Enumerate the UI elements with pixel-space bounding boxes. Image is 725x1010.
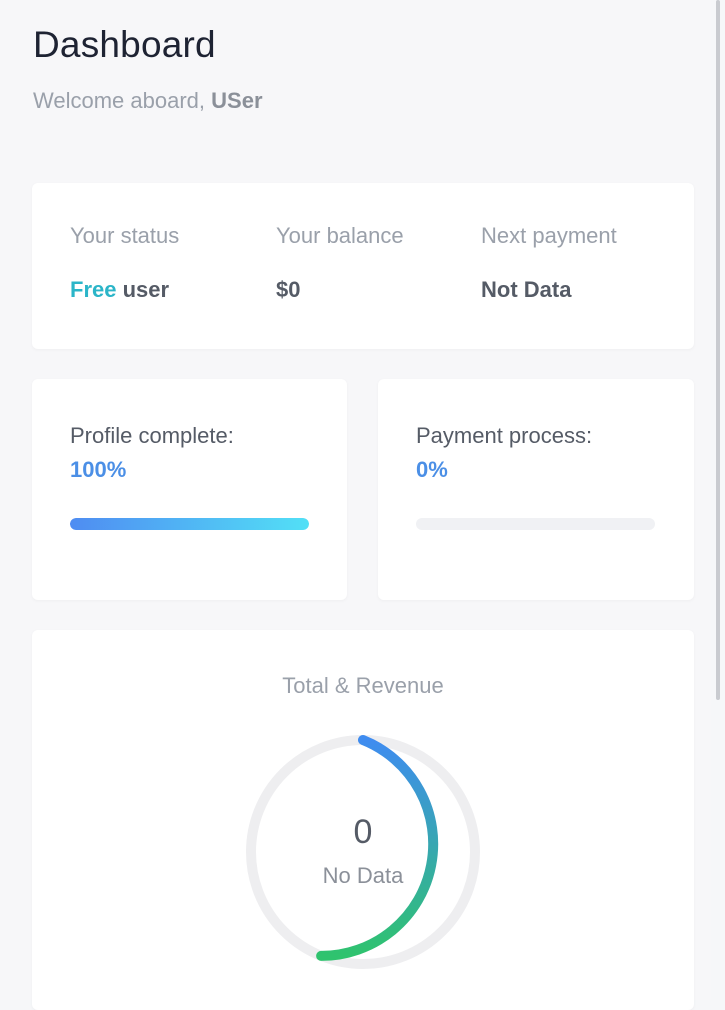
- next-payment-label: Next payment: [481, 223, 617, 248]
- status-suffix: user: [116, 277, 170, 302]
- profile-complete-value: 100%: [70, 457, 127, 482]
- payment-process-label: Payment process:: [416, 423, 593, 448]
- balance-value: $0: [276, 277, 301, 302]
- revenue-caption: No Data: [322, 863, 404, 888]
- profile-complete-progress-bar: [70, 518, 309, 530]
- profile-complete-progress-fill: [70, 518, 309, 530]
- balance-label: Your balance: [276, 223, 404, 248]
- payment-process-progress-bar: [416, 518, 655, 530]
- page-scrollbar[interactable]: [716, 0, 720, 700]
- revenue-donut-chart: [246, 735, 480, 969]
- donut-track: [246, 735, 480, 969]
- revenue-title: Total & Revenue: [282, 673, 444, 698]
- status-value: Free user: [70, 277, 169, 303]
- revenue-card: Total & Revenue 0 No Data: [32, 630, 694, 1010]
- status-label: Your status: [70, 223, 180, 248]
- next-payment-value: Not Data: [481, 277, 572, 302]
- welcome-prefix: Welcome aboard,: [33, 88, 212, 113]
- page-title: Dashboard: [33, 24, 216, 65]
- profile-complete-label: Profile complete:: [70, 423, 234, 448]
- account-status-card: Your status Free user Your balance $0 Ne…: [32, 183, 694, 349]
- profile-complete-card: Profile complete: 100%: [32, 379, 347, 600]
- payment-process-card: Payment process: 0%: [378, 379, 694, 600]
- status-plan: Free: [70, 277, 117, 302]
- welcome-message: Welcome aboard, USer: [33, 88, 263, 114]
- payment-process-value: 0%: [416, 457, 448, 482]
- dashboard-page: Dashboard Welcome aboard, USer Your stat…: [0, 0, 711, 1010]
- user-name: USer: [211, 88, 263, 113]
- revenue-value: 0: [353, 813, 373, 851]
